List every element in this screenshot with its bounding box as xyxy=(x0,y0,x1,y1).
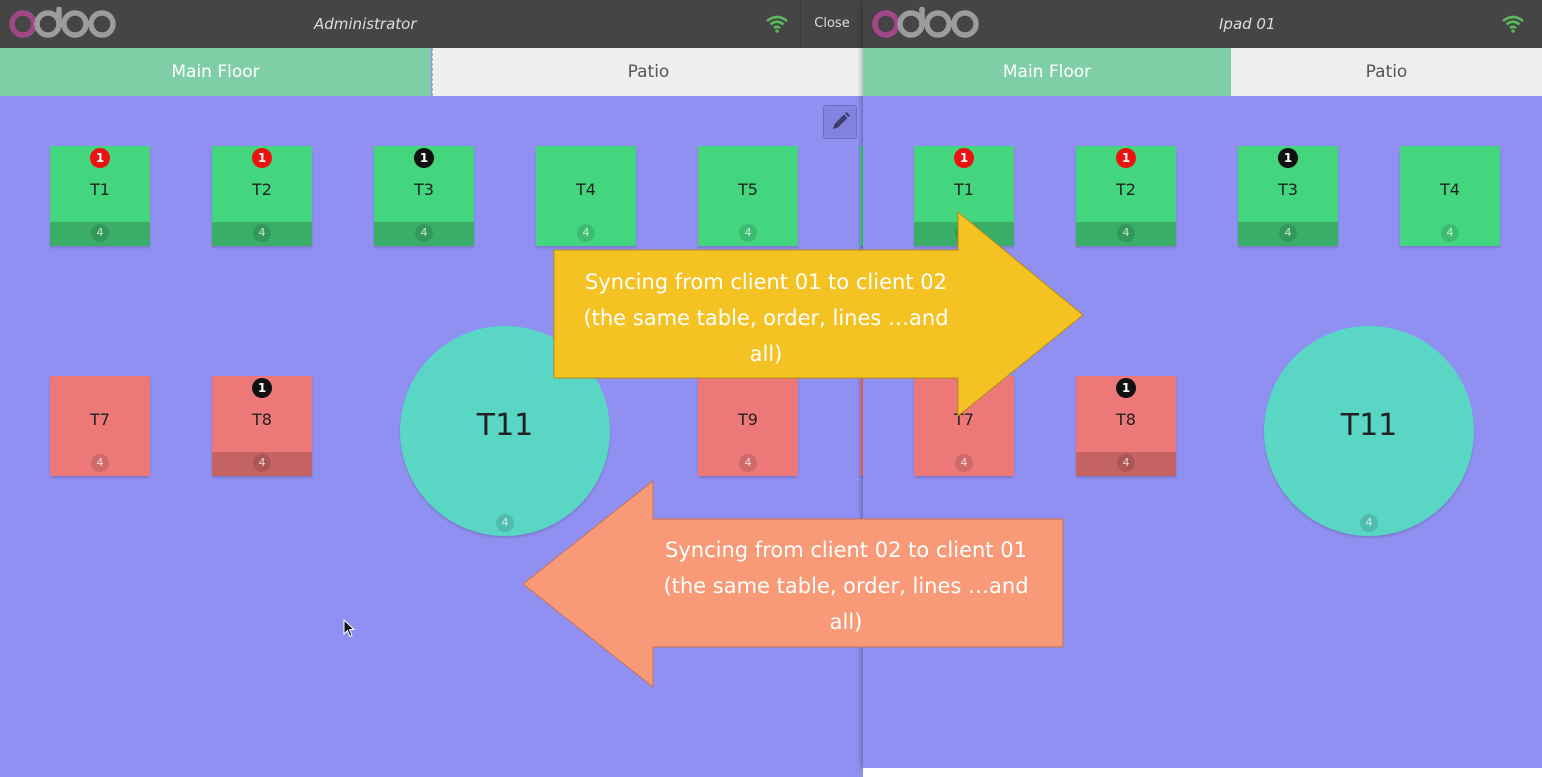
callout-line: (the same table, order, lines …and xyxy=(583,306,949,330)
seat-count: 4 xyxy=(739,454,757,472)
callout-line: all) xyxy=(749,342,783,366)
table-name: T5 xyxy=(738,180,758,199)
floor-tabs: Main Floor Patio xyxy=(0,48,863,96)
order-count-badge: 1 xyxy=(90,148,110,168)
table-footer: 4 xyxy=(914,452,1014,476)
wifi-icon xyxy=(1502,15,1524,33)
seat-count: 4 xyxy=(91,224,109,242)
table-t1[interactable]: 1 T1 4 xyxy=(50,146,150,246)
table-footer: 4 xyxy=(374,222,474,246)
table-name: T7 xyxy=(90,410,110,429)
table-t11[interactable]: T11 4 xyxy=(1264,326,1474,536)
odoo-logo xyxy=(872,7,979,38)
table-name: T8 xyxy=(1116,410,1136,429)
wifi-icon xyxy=(766,15,788,33)
tab-patio[interactable]: Patio xyxy=(1231,48,1542,96)
edit-floor-button[interactable] xyxy=(823,105,857,139)
pencil-icon xyxy=(833,112,850,129)
table-t2[interactable]: 1 T2 4 xyxy=(212,146,312,246)
seat-count: 4 xyxy=(415,224,433,242)
seat-count: 4 xyxy=(1360,514,1378,532)
table-t3[interactable]: 1 T3 4 xyxy=(1238,146,1338,246)
callout-line: Syncing from client 01 to client 02 xyxy=(585,270,947,294)
table-t3[interactable]: 1 T3 4 xyxy=(374,146,474,246)
table-footer: 4 xyxy=(1076,222,1176,246)
seat-count: 4 xyxy=(1117,454,1135,472)
table-name: T2 xyxy=(252,180,272,199)
table-t2[interactable]: 1 T2 4 xyxy=(1076,146,1176,246)
table-name: T1 xyxy=(954,180,974,199)
top-bar: Ipad 01 xyxy=(863,0,1542,48)
table-footer: 4 xyxy=(212,452,312,476)
user-name: Administrator xyxy=(314,15,417,33)
seat-count: 4 xyxy=(253,224,271,242)
table-t8[interactable]: 1 T8 4 xyxy=(1076,376,1176,476)
table-name: T2 xyxy=(1116,180,1136,199)
order-count-badge: 1 xyxy=(252,378,272,398)
user-name: Ipad 01 xyxy=(1219,15,1276,33)
table-footer: 4 xyxy=(1238,222,1338,246)
table-name: T4 xyxy=(1440,180,1460,199)
seat-count: 4 xyxy=(1117,224,1135,242)
sync-callout-to-client-01: Syncing from client 02 to client 01 (the… xyxy=(636,532,1056,640)
tab-main-floor[interactable]: Main Floor xyxy=(0,48,431,96)
table-t7[interactable]: T7 4 xyxy=(50,376,150,476)
seat-count: 4 xyxy=(496,514,514,532)
table-footer: 4 xyxy=(1076,452,1176,476)
table-name: T1 xyxy=(90,180,110,199)
sync-callout-to-client-02: Syncing from client 01 to client 02 (the… xyxy=(556,264,976,372)
seat-count: 4 xyxy=(955,454,973,472)
floor-tabs: Main Floor Patio xyxy=(863,48,1542,96)
order-count-badge: 1 xyxy=(1116,148,1136,168)
seat-count: 4 xyxy=(253,454,271,472)
table-footer: 4 xyxy=(212,222,312,246)
table-t4[interactable]: T4 4 xyxy=(1400,146,1500,246)
table-footer: 4 xyxy=(1400,222,1500,246)
table-name: T3 xyxy=(1278,180,1298,199)
order-count-badge: 1 xyxy=(414,148,434,168)
tab-main-floor[interactable]: Main Floor xyxy=(863,48,1231,96)
order-count-badge: 1 xyxy=(1278,148,1298,168)
table-name: T8 xyxy=(252,410,272,429)
mouse-cursor-icon xyxy=(343,619,356,638)
table-footer: 4 xyxy=(698,452,798,476)
odoo-logo xyxy=(9,7,116,38)
table-footer: 4 xyxy=(50,452,150,476)
table-name: T4 xyxy=(576,180,596,199)
table-name: T11 xyxy=(1340,408,1398,443)
callout-line: Syncing from client 02 to client 01 xyxy=(665,538,1027,562)
callout-line: (the same table, order, lines …and xyxy=(663,574,1029,598)
seat-count: 4 xyxy=(1441,224,1459,242)
order-count-badge: 1 xyxy=(1116,378,1136,398)
top-bar: Administrator Close xyxy=(0,0,863,48)
callout-line: all) xyxy=(829,610,863,634)
table-footer: 4 xyxy=(50,222,150,246)
taskbar-strip xyxy=(863,768,1542,777)
order-count-badge: 1 xyxy=(252,148,272,168)
table-t8[interactable]: 1 T8 4 xyxy=(212,376,312,476)
order-count-badge: 1 xyxy=(954,148,974,168)
tab-patio[interactable]: Patio xyxy=(432,48,863,96)
close-button[interactable]: Close xyxy=(800,0,863,48)
table-name: T3 xyxy=(414,180,434,199)
seat-count: 4 xyxy=(91,454,109,472)
seat-count: 4 xyxy=(1279,224,1297,242)
